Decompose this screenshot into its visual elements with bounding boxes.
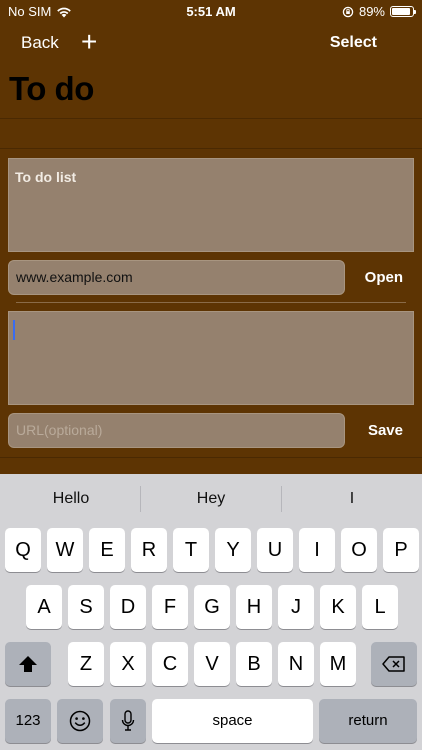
keyboard: Hello Hey I QWERTYUIOP ASDFGHJKL ZXCVBNM…	[0, 474, 422, 750]
status-right: 89%	[342, 4, 416, 19]
add-button[interactable]: +	[81, 28, 97, 56]
key-z[interactable]: Z	[68, 642, 104, 686]
key-b[interactable]: B	[236, 642, 272, 686]
battery-icon	[390, 6, 416, 17]
save-button[interactable]: Save	[368, 422, 403, 439]
list-title-textarea[interactable]: To do list	[8, 158, 414, 252]
key-c[interactable]: C	[152, 642, 188, 686]
key-q[interactable]: Q	[5, 528, 41, 572]
divider	[16, 302, 406, 303]
numbers-key[interactable]: 123	[5, 699, 51, 743]
suggestion-bar: Hello Hey I	[0, 474, 422, 524]
open-button[interactable]: Open	[365, 269, 403, 286]
orientation-lock-icon	[342, 6, 354, 17]
select-button[interactable]: Select	[330, 34, 377, 52]
key-y[interactable]: Y	[215, 528, 251, 572]
key-l[interactable]: L	[362, 585, 398, 629]
return-key[interactable]: return	[319, 699, 417, 743]
divider	[0, 118, 422, 119]
page-title: To do	[9, 70, 94, 107]
suggestion-item[interactable]: Hello	[1, 490, 141, 508]
suggestion-item[interactable]: I	[282, 490, 422, 508]
shift-key[interactable]	[5, 642, 51, 686]
battery-label: 89%	[358, 4, 385, 19]
key-u[interactable]: U	[257, 528, 293, 572]
back-button[interactable]: Back	[21, 33, 59, 53]
key-d[interactable]: D	[110, 585, 146, 629]
status-bar: No SIM 5:51 AM 89%	[0, 0, 422, 24]
key-a[interactable]: A	[26, 585, 62, 629]
key-w[interactable]: W	[47, 528, 83, 572]
suggestion-item[interactable]: Hey	[141, 490, 281, 508]
url-field[interactable]: www.example.com	[8, 260, 345, 295]
dictation-key[interactable]	[110, 699, 146, 743]
key-e[interactable]: E	[89, 528, 125, 572]
text-cursor	[13, 320, 15, 340]
key-j[interactable]: J	[278, 585, 314, 629]
backspace-icon	[382, 656, 405, 672]
emoji-key[interactable]	[57, 699, 103, 743]
key-g[interactable]: G	[194, 585, 230, 629]
shift-icon	[19, 656, 37, 672]
divider	[0, 148, 422, 149]
key-n[interactable]: N	[278, 642, 314, 686]
key-h[interactable]: H	[236, 585, 272, 629]
key-t[interactable]: T	[173, 528, 209, 572]
key-x[interactable]: X	[110, 642, 146, 686]
key-r[interactable]: R	[131, 528, 167, 572]
key-p[interactable]: P	[383, 528, 419, 572]
key-k[interactable]: K	[320, 585, 356, 629]
divider	[0, 457, 422, 458]
key-o[interactable]: O	[341, 528, 377, 572]
url-optional-field[interactable]: URL(optional)	[8, 413, 345, 448]
key-f[interactable]: F	[152, 585, 188, 629]
key-s[interactable]: S	[68, 585, 104, 629]
delete-key[interactable]	[371, 642, 417, 686]
key-m[interactable]: M	[320, 642, 356, 686]
microphone-icon	[121, 710, 135, 731]
key-v[interactable]: V	[194, 642, 230, 686]
space-key[interactable]: space	[152, 699, 313, 743]
emoji-icon	[69, 710, 91, 732]
key-i[interactable]: I	[299, 528, 335, 572]
list-title-text: To do list	[15, 169, 77, 185]
note-textarea[interactable]	[8, 311, 414, 405]
